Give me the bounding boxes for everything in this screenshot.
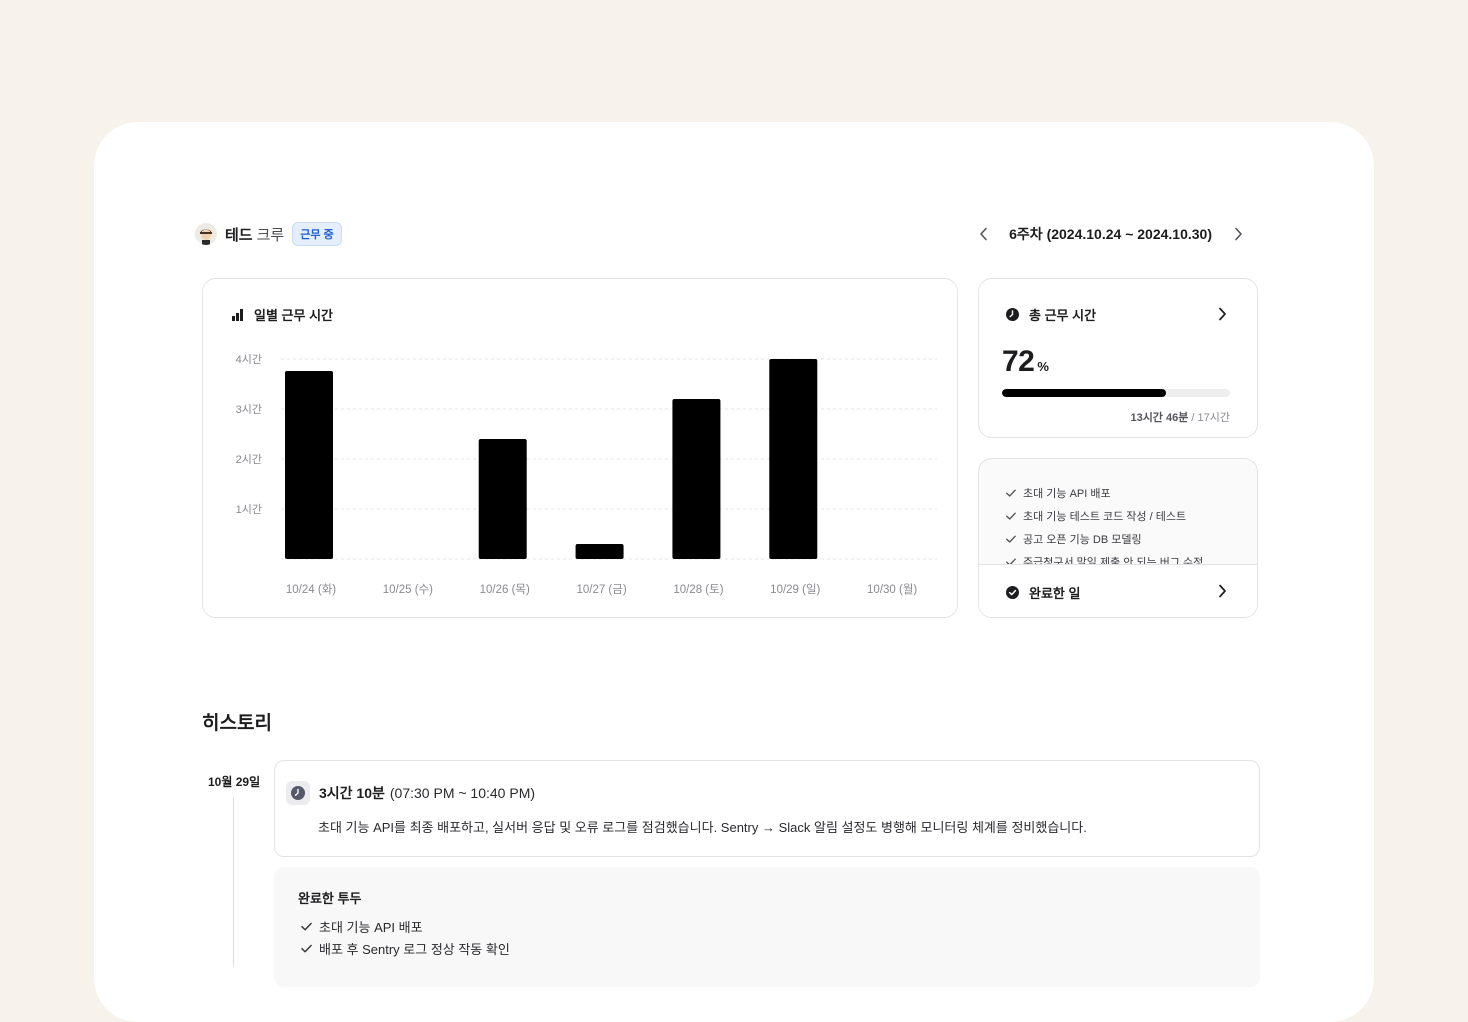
completed-tasks-detail-button[interactable] (1215, 583, 1229, 599)
hours-summary: 13시간 46분 / 17시간 (1130, 409, 1230, 425)
entry-description: 초대 기능 API를 최종 배포하고, 실서버 응답 및 오류 로그를 점검했습… (318, 820, 1087, 835)
clock-chip (286, 781, 310, 805)
progress-fill (1002, 389, 1167, 397)
daily-hours-panel: 일별 근무 시간 4시간 3시간 2시간 1시간 10/24 (화) 10/25 (수) 1… (202, 278, 958, 618)
y-tick-label: 2시간 (236, 453, 262, 466)
total-hours-title-text: 총 근무 시간 (1029, 308, 1097, 323)
list-item: 주급청구서 말일 제출 안 되는 버그 수정 (1005, 550, 1245, 565)
prev-week-button[interactable] (975, 224, 991, 244)
entry-time-range: (07:30 PM ~ 10:40 PM) (389, 785, 536, 801)
week-label: 6주차 (2024.10.24 ~ 2024.10.30) (1009, 226, 1212, 242)
x-tick-label: 10/27 (금) (576, 584, 626, 596)
week-navigator: 6주차 (2024.10.24 ~ 2024.10.30) (975, 224, 1246, 244)
clock-icon (291, 786, 305, 800)
list-item: 초대 기능 API 배포 (300, 915, 510, 937)
check-icon (301, 922, 312, 931)
completed-tasks-footer[interactable]: 완료한 일 (979, 564, 1257, 617)
list-item-label: 공고 오픈 기능 DB 모델링 (1023, 533, 1142, 546)
check-icon (1006, 535, 1016, 543)
completed-tasks-title: 완료한 일 (1006, 583, 1080, 602)
x-tick-label: 10/25 (수) (383, 583, 433, 596)
user-role: 크루 (256, 226, 285, 244)
check-icon (1006, 512, 1016, 520)
hours-goal: / 17시간 (1188, 412, 1230, 424)
chevron-right-icon (1234, 227, 1242, 241)
list-item-label: 초대 기능 테스트 코드 작성 / 테스트 (1023, 510, 1187, 523)
avatar (195, 223, 217, 245)
list-item: 초대 기능 API 배포 (1005, 481, 1245, 504)
progress-bar (1002, 389, 1230, 397)
chart-bar[interactable] (478, 439, 527, 559)
hours-worked: 13시간 46분 (1130, 412, 1189, 424)
total-hours-panel: 총 근무 시간 72 % 13시간 46분 / 17시간 (978, 278, 1258, 438)
history-entry[interactable]: 3시간 10분 (07:30 PM ~ 10:40 PM) 초대 기능 API를… (274, 760, 1260, 857)
x-tick-label: 10/26 (목) (480, 583, 530, 596)
list-item-label: 초대 기능 API 배포 (1023, 487, 1111, 500)
percent-value: 72 (1002, 345, 1035, 378)
timeline-line (233, 797, 234, 967)
x-tick-label: 10/29 (일) (770, 582, 820, 596)
completed-tasks-panel: 초대 기능 API 배포초대 기능 테스트 코드 작성 / 테스트공고 오픈 기… (978, 458, 1258, 618)
list-item-label: 초대 기능 API 배포 (319, 919, 423, 935)
chart-bar[interactable] (575, 544, 624, 559)
list-item-label: 배포 후 Sentry 로그 정상 작동 확인 (319, 941, 510, 957)
check-icon (1006, 489, 1016, 497)
total-hours-title: 총 근무 시간 (1006, 305, 1096, 324)
chart-bar[interactable] (285, 371, 333, 559)
clock-icon (1006, 308, 1019, 321)
chevron-left-icon (979, 227, 987, 241)
user-name: 테드 (225, 226, 253, 244)
entry-duration: 3시간 10분 (319, 785, 385, 801)
percent-unit: % (1037, 359, 1049, 374)
completed-todos-list: 초대 기능 API 배포배포 후 Sentry 로그 정상 작동 확인 (300, 915, 510, 959)
x-tick-label: 10/28 (토) (673, 584, 723, 596)
daily-hours-chart: 4시간 3시간 2시간 1시간 10/24 (화) 10/25 (수) 10/26 (목) 1… (236, 353, 937, 596)
check-icon (301, 944, 312, 953)
status-badge: 근무 중 (292, 222, 342, 246)
check-circle-icon (1006, 586, 1019, 599)
history-entry-header: 3시간 10분 (07:30 PM ~ 10:40 PM) (286, 781, 535, 805)
next-week-button[interactable] (1230, 224, 1246, 244)
y-tick-label: 4시간 (236, 353, 262, 366)
list-item: 공고 오픈 기능 DB 모델링 (1005, 527, 1245, 550)
completed-tasks-title-text: 완료한 일 (1029, 586, 1081, 601)
user-header: 테드 크루 근무 중 (195, 222, 342, 246)
y-tick-label: 1시간 (236, 503, 262, 516)
y-tick-label: 3시간 (236, 403, 262, 416)
history-date: 10월 29일 (208, 775, 261, 789)
x-tick-label: 10/30 (월) (867, 583, 917, 596)
total-hours-detail-button[interactable] (1215, 306, 1229, 322)
completed-todos-title: 완료한 투두 (298, 891, 362, 906)
list-item: 초대 기능 테스트 코드 작성 / 테스트 (1005, 504, 1245, 527)
chart-bar[interactable] (672, 399, 721, 559)
chevron-right-icon (1218, 584, 1226, 598)
chart-bar[interactable] (769, 359, 818, 559)
completed-todos-box: 완료한 투두 초대 기능 API 배포배포 후 Sentry 로그 정상 작동 … (274, 867, 1260, 987)
x-tick-label: 10/24 (화) (286, 583, 336, 596)
history-title: 히스토리 (202, 713, 272, 734)
chevron-right-icon (1218, 307, 1226, 321)
list-item: 배포 후 Sentry 로그 정상 작동 확인 (300, 937, 510, 959)
completed-tasks-list: 초대 기능 API 배포초대 기능 테스트 코드 작성 / 테스트공고 오픈 기… (1005, 481, 1245, 565)
completion-percent: 72 % (1002, 345, 1049, 379)
